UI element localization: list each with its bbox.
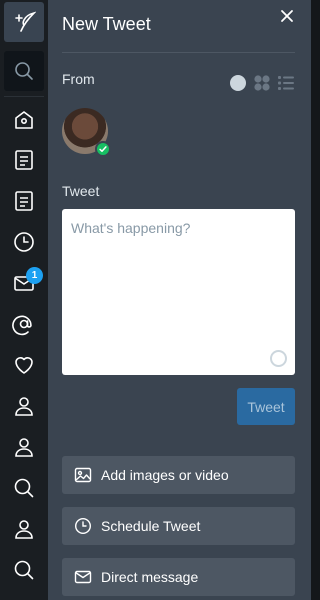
envelope-icon — [74, 568, 92, 586]
rail-item-user-1[interactable] — [4, 386, 44, 426]
rail-item-likes[interactable] — [4, 345, 44, 385]
search-button[interactable] — [4, 51, 44, 91]
direct-message-label: Direct message — [101, 569, 199, 585]
mention-icon — [12, 315, 32, 336]
rail-item-search-1[interactable] — [4, 468, 44, 508]
compose-tweet-button[interactable] — [4, 2, 44, 42]
dot-icon — [230, 75, 246, 91]
compose-icon — [15, 11, 36, 32]
rail-item-column-1[interactable] — [4, 140, 44, 180]
from-label: From — [62, 71, 95, 87]
add-media-button[interactable]: Add images or video — [62, 456, 295, 494]
clock-icon — [14, 232, 34, 252]
new-tweet-panel: New Tweet From Tweet What's happening? T… — [48, 0, 311, 600]
single-account-option[interactable] — [229, 74, 247, 92]
rail-item-mentions[interactable] — [4, 304, 44, 344]
account-avatar-button[interactable] — [62, 108, 111, 157]
close-button[interactable] — [277, 6, 297, 26]
unread-badge: 1 — [26, 267, 43, 284]
nav-rail: 1 — [0, 0, 48, 600]
column-icon — [15, 150, 33, 170]
add-media-label: Add images or video — [101, 467, 229, 483]
panel-title: New Tweet — [62, 14, 151, 34]
grid-accounts-option[interactable] — [253, 74, 271, 92]
user-icon — [15, 520, 33, 539]
list-accounts-option[interactable] — [277, 74, 295, 92]
direct-message-button[interactable]: Direct message — [62, 558, 295, 596]
rail-item-search-2[interactable] — [4, 550, 44, 590]
rail-item-scheduled[interactable] — [4, 222, 44, 262]
schedule-tweet-label: Schedule Tweet — [101, 518, 201, 534]
search-icon — [14, 478, 34, 498]
close-icon — [281, 10, 293, 22]
account-view-toggle — [229, 74, 295, 92]
grid-icon — [254, 75, 270, 91]
column-icon — [15, 191, 33, 211]
user-icon — [15, 438, 33, 457]
search-icon — [14, 560, 34, 580]
rail-item-user-2[interactable] — [4, 427, 44, 467]
user-icon — [15, 397, 33, 416]
tweet-text-input[interactable] — [62, 209, 295, 375]
home-icon — [15, 111, 33, 129]
character-count-ring — [270, 350, 287, 367]
app: 1 New Tweet From Tweet What's happening?… — [0, 0, 311, 600]
selected-check-icon — [95, 141, 111, 157]
heart-icon — [15, 357, 33, 374]
schedule-tweet-button[interactable]: Schedule Tweet — [62, 507, 295, 545]
rail-item-user-3[interactable] — [4, 509, 44, 549]
tweet-label: Tweet — [62, 183, 100, 199]
rail-item-column-2[interactable] — [4, 181, 44, 221]
rail-divider — [4, 96, 44, 97]
image-icon — [74, 466, 92, 484]
list-icon — [278, 76, 294, 90]
header-divider — [62, 52, 295, 53]
clock-icon — [74, 517, 92, 535]
search-icon — [15, 62, 33, 80]
rail-item-messages[interactable]: 1 — [4, 263, 44, 303]
tweet-button[interactable]: Tweet — [237, 388, 295, 425]
rail-item-home[interactable] — [4, 100, 44, 140]
tweet-composer — [62, 209, 295, 375]
